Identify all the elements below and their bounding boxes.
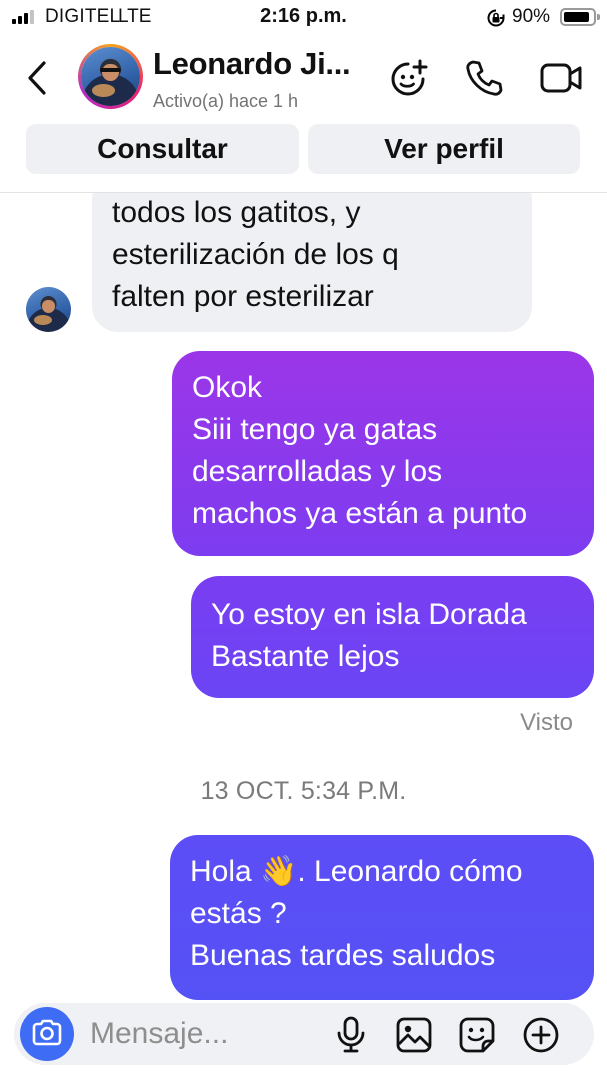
message-line: Okok [192, 371, 263, 404]
outgoing-message-bubble[interactable]: Yo estoy en isla Dorada Bastante lejos [191, 576, 594, 698]
date-separator: 13 OCT. 5:34 P.M. [200, 777, 407, 805]
add-sticker-icon[interactable] [388, 58, 430, 105]
contact-name[interactable]: Leonardo Ji... [153, 46, 351, 82]
phone-icon[interactable] [464, 58, 504, 103]
message-line: todos los gatitos, y [112, 196, 361, 229]
status-bar: DIGITEL LTE 2:16 p.m. 90% [0, 0, 607, 36]
consult-button[interactable]: Consultar [26, 124, 299, 174]
message-line: Bastante lejos [211, 640, 400, 673]
message-line: Buenas tardes saludos [190, 939, 496, 972]
message-line: Siii tengo ya gatas [192, 413, 438, 446]
sticker-icon[interactable] [458, 1016, 496, 1059]
chat-header: Leonardo Ji... Activo(a) hace 1 h [0, 36, 607, 118]
video-camera-icon[interactable] [540, 58, 584, 103]
incoming-message-bubble[interactable]: todos los gatitos, y esterilización de l… [92, 193, 532, 332]
message-line: Hola 👋. Leonardo cómo [190, 855, 523, 888]
battery-icon [560, 8, 600, 26]
message-line: Yo estoy en isla Dorada [211, 598, 527, 631]
message-line: machos ya están a punto [192, 497, 528, 530]
message-line: estás ? [190, 897, 287, 930]
contact-avatar[interactable] [78, 44, 143, 109]
seen-receipt: Visto [520, 709, 573, 736]
message-composer [14, 1003, 594, 1065]
message-line: esterilización de los q [112, 238, 399, 271]
outgoing-message-bubble[interactable]: Okok Siii tengo ya gatas desarrolladas y… [172, 351, 594, 556]
camera-icon [31, 1019, 63, 1050]
camera-button[interactable] [20, 1007, 74, 1061]
message-input[interactable] [90, 1011, 310, 1057]
message-list[interactable]: todos los gatitos, y esterilización de l… [0, 193, 607, 1000]
microphone-icon[interactable] [336, 1016, 366, 1059]
back-chevron-icon[interactable] [24, 60, 52, 101]
outgoing-message-bubble[interactable]: Hola 👋. Leonardo cómo estás ? Buenas tar… [170, 835, 594, 1000]
gallery-icon[interactable] [395, 1016, 433, 1059]
contact-status: Activo(a) hace 1 h [153, 91, 299, 111]
view-profile-button[interactable]: Ver perfil [308, 124, 580, 174]
message-line: desarrolladas y los [192, 455, 443, 488]
message-line: falten por esterilizar [112, 280, 374, 313]
sender-avatar[interactable] [26, 287, 71, 332]
orientation-lock-icon [486, 8, 506, 33]
plus-circle-icon[interactable] [522, 1016, 560, 1059]
battery-percent: 90% [512, 6, 551, 27]
